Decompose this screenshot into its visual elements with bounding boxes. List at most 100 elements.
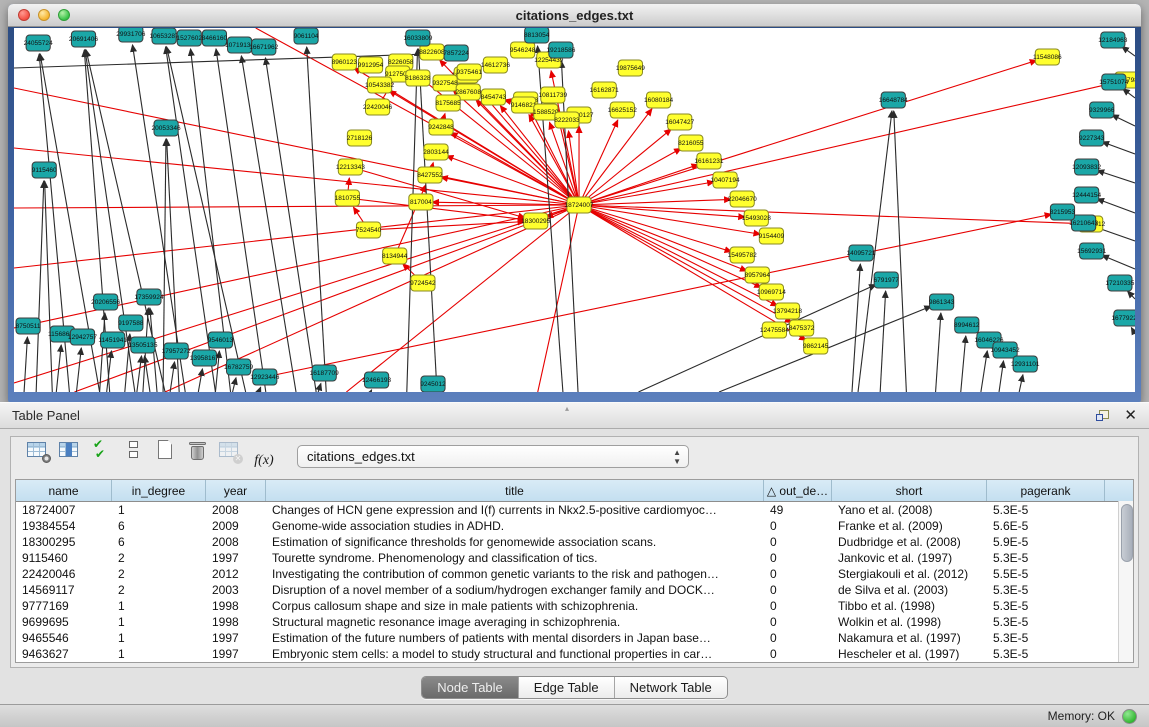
- graph-node[interactable]: 12184963: [1098, 32, 1127, 48]
- tab-node-table[interactable]: Node Table: [422, 677, 518, 698]
- graph-node[interactable]: 9546013: [208, 332, 234, 348]
- window-titlebar[interactable]: citations_edges.txt: [8, 4, 1141, 27]
- graph-node[interactable]: 2718126: [347, 130, 373, 146]
- column-header-title[interactable]: title: [266, 480, 764, 501]
- table-row[interactable]: 946554611997Estimation of the future num…: [16, 630, 1133, 646]
- graph-node[interactable]: 7524540: [356, 222, 382, 238]
- graph-node[interactable]: 9242848: [428, 119, 454, 135]
- graph-node[interactable]: 8960123: [332, 54, 358, 70]
- graph-node[interactable]: 8813054: [524, 28, 550, 43]
- close-window-icon[interactable]: [18, 9, 30, 21]
- graph-node[interactable]: 16625152: [608, 102, 637, 118]
- graph-node[interactable]: 9154409: [759, 228, 785, 244]
- table-row[interactable]: 2242004622012Investigating the contribut…: [16, 566, 1133, 582]
- graph-node[interactable]: 6791977: [873, 272, 899, 288]
- graph-node[interactable]: 8186328: [405, 70, 431, 86]
- graph-node[interactable]: 19875649: [616, 60, 645, 76]
- graph-node[interactable]: 12942757: [68, 329, 97, 345]
- graph-node[interactable]: 8957964: [745, 267, 771, 283]
- table-scrollbar-thumb[interactable]: [1121, 504, 1133, 562]
- graph-node[interactable]: 12444154: [1072, 187, 1101, 203]
- minimize-window-icon[interactable]: [38, 9, 50, 21]
- graph-node[interactable]: 29931706: [116, 28, 145, 42]
- graph-node[interactable]: 16033809: [403, 30, 432, 46]
- graph-node[interactable]: 8175685: [435, 95, 461, 111]
- graph-node[interactable]: 9375461: [457, 64, 483, 80]
- graph-node[interactable]: 8994612: [954, 317, 980, 333]
- graph-node[interactable]: 7857224: [443, 45, 469, 61]
- graph-node[interactable]: 10543382: [365, 77, 394, 93]
- graph-node[interactable]: 2803144: [423, 144, 449, 160]
- graph-node[interactable]: 9245012: [420, 376, 446, 392]
- graph-node[interactable]: 12213343: [336, 159, 365, 175]
- table-row[interactable]: 911546021997Tourette syndrome. Phenomeno…: [16, 550, 1133, 566]
- graph-node[interactable]: 16779222: [1111, 310, 1135, 326]
- graph-node[interactable]: 16782759: [224, 359, 253, 375]
- graph-node[interactable]: 11548086: [1033, 49, 1062, 65]
- graph-node[interactable]: 8454743: [481, 89, 507, 105]
- table-scrollbar[interactable]: [1118, 501, 1133, 662]
- function-builder-icon[interactable]: f(x): [249, 448, 279, 474]
- graph-node[interactable]: 12093832: [1072, 159, 1101, 175]
- select-all-icon[interactable]: ✔✔: [89, 438, 115, 464]
- graph-node[interactable]: 17210335: [1105, 275, 1134, 291]
- graph-node[interactable]: 10811739: [539, 87, 568, 103]
- column-header-short[interactable]: short: [832, 480, 987, 501]
- zoom-window-icon[interactable]: [58, 9, 70, 21]
- table-row[interactable]: 1872400712008Changes of HCN gene express…: [16, 502, 1133, 518]
- graph-node[interactable]: 15692931: [1077, 243, 1106, 259]
- column-header-pagerank[interactable]: pagerank: [987, 480, 1105, 501]
- tab-edge-table[interactable]: Edge Table: [518, 677, 614, 698]
- graph-node[interactable]: 8222033: [554, 112, 580, 128]
- graph-node[interactable]: 8216055: [678, 135, 704, 151]
- graph-node[interactable]: 8466160: [202, 30, 228, 46]
- graph-node[interactable]: 8134944: [382, 248, 408, 264]
- graph-node[interactable]: 1810755: [335, 190, 361, 206]
- graph-node[interactable]: 24055724: [24, 35, 53, 51]
- graph-node[interactable]: 16162871: [590, 82, 619, 98]
- table-row[interactable]: 946362711997Embryonic stem cells: a mode…: [16, 646, 1133, 662]
- unselect-rows-icon[interactable]: [121, 438, 147, 464]
- graph-node[interactable]: 9724542: [410, 275, 436, 291]
- graph-node[interactable]: 9061104: [294, 28, 319, 44]
- graph-node[interactable]: 18724007: [564, 197, 593, 213]
- graph-node[interactable]: 16671962: [249, 39, 278, 55]
- table-row[interactable]: 1830029562008Estimation of significance …: [16, 534, 1133, 550]
- graph-node[interactable]: 13505135: [128, 337, 157, 353]
- graph-node[interactable]: 11451941: [98, 332, 127, 348]
- graph-node[interactable]: 17359924: [134, 289, 163, 305]
- graph-node[interactable]: 19218586: [546, 42, 575, 58]
- graph-node[interactable]: 8215953: [1050, 204, 1076, 220]
- graph-node[interactable]: 817004: [409, 194, 433, 210]
- network-canvas[interactable]: 1872400788226089546248122544391854791014…: [14, 28, 1135, 392]
- graph-node[interactable]: 13958167: [190, 350, 219, 366]
- graph-node[interactable]: 9227343: [1079, 130, 1105, 146]
- graph-node[interactable]: 20691406: [69, 31, 98, 47]
- column-header-in_degree[interactable]: in_degree: [112, 480, 206, 501]
- graph-node[interactable]: 16187709: [310, 365, 339, 381]
- column-header-out_de[interactable]: △ out_de…: [764, 480, 832, 501]
- graph-node[interactable]: 9197588: [118, 315, 144, 331]
- table-selector-dropdown[interactable]: citations_edges.txt ▲▼: [297, 445, 689, 468]
- graph-node[interactable]: 14095721: [846, 245, 875, 261]
- graph-node[interactable]: 16047427: [665, 114, 694, 130]
- graph-node[interactable]: 15751074: [1099, 74, 1128, 90]
- graph-node[interactable]: 18300295: [521, 213, 550, 229]
- table-row[interactable]: 969969511998Structural magnetic resonanc…: [16, 614, 1133, 630]
- delete-column-icon[interactable]: [185, 438, 211, 464]
- graph-node[interactable]: 12475584: [760, 322, 789, 338]
- graph-node[interactable]: 9912954: [358, 57, 384, 73]
- graph-node[interactable]: 9115460: [32, 162, 57, 178]
- graph-node[interactable]: 9327548: [432, 75, 458, 91]
- graph-node[interactable]: 14612736: [481, 57, 510, 73]
- graph-node[interactable]: 12466193: [362, 372, 391, 388]
- graph-node[interactable]: 16648784: [879, 92, 908, 108]
- tab-network-table[interactable]: Network Table: [614, 677, 727, 698]
- graph-node[interactable]: 17957272: [162, 343, 191, 359]
- graph-node[interactable]: 9862145: [803, 338, 829, 354]
- show-columns-icon[interactable]: [57, 438, 83, 464]
- graph-node[interactable]: 1527602: [177, 30, 203, 46]
- table-row[interactable]: 1938455462009Genome-wide association stu…: [16, 518, 1133, 534]
- graph-node[interactable]: 9546248: [510, 42, 536, 58]
- column-header-name[interactable]: name: [16, 480, 112, 501]
